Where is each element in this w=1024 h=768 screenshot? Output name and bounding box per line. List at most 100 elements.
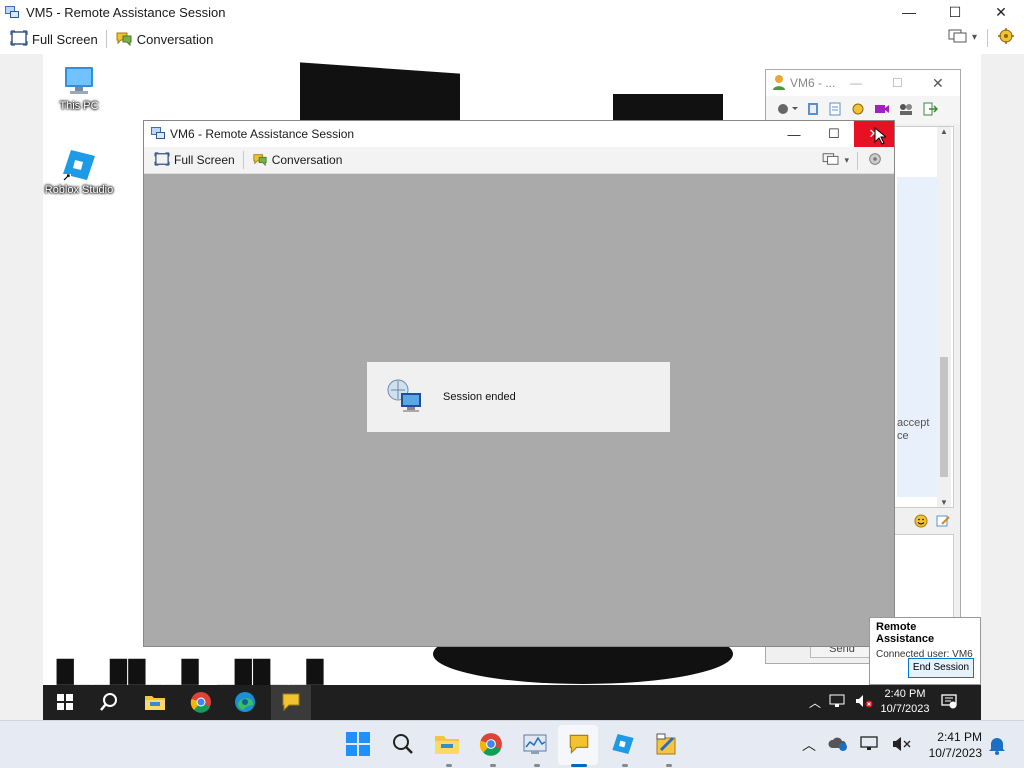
- outer-minimize-button[interactable]: —: [886, 0, 932, 24]
- user-icon: [772, 74, 786, 93]
- running-indicator: [622, 764, 628, 767]
- session-ended-dialog: Session ended: [367, 362, 670, 432]
- chat-message-text: accept ce: [897, 417, 930, 442]
- scrollbar-thumb[interactable]: [940, 357, 948, 477]
- host-clock-time: 2:41 PM: [937, 730, 982, 744]
- remote-computer-icon: [385, 377, 425, 417]
- inner-title-bar: VM6 - Remote Assistance Session — ☐ ✕: [144, 121, 894, 147]
- running-indicator: [446, 764, 452, 767]
- settings-dropdown-icon[interactable]: [776, 102, 798, 119]
- outer-maximize-button[interactable]: ☐: [932, 0, 978, 24]
- help-settings-icon[interactable]: [996, 27, 1016, 48]
- inner-remote-window[interactable]: VM6 - Remote Assistance Session — ☐ ✕ Fu…: [143, 120, 895, 647]
- network-icon[interactable]: [829, 694, 847, 711]
- roblox-studio-icon: [611, 732, 635, 759]
- chevron-up-icon[interactable]: ︿: [809, 694, 821, 711]
- host-notifications-button[interactable]: [988, 735, 1006, 758]
- running-indicator: [534, 764, 540, 767]
- host-snipping-tool-button[interactable]: [653, 731, 681, 759]
- chevron-up-icon[interactable]: ︿: [802, 735, 816, 755]
- host-performance-monitor-button[interactable]: [521, 731, 549, 759]
- display-settings-icon[interactable]: [948, 28, 968, 47]
- video-icon[interactable]: [874, 102, 890, 119]
- chat-message-input[interactable]: [894, 534, 954, 624]
- exit-icon[interactable]: [922, 102, 939, 119]
- chevron-down-icon[interactable]: ▾: [972, 32, 977, 43]
- edge-icon: [234, 691, 256, 716]
- remote-clock[interactable]: 2:40 PM 10/7/2023: [875, 687, 935, 717]
- scroll-down-icon[interactable]: ▼: [937, 498, 951, 507]
- inner-full-screen-button[interactable]: Full Screen: [148, 148, 241, 172]
- chevron-down-icon[interactable]: ▾: [844, 155, 849, 166]
- host-file-explorer-button[interactable]: [433, 731, 461, 759]
- remote-taskbar: ︿ 2:40 PM 10/7/2023: [43, 685, 981, 720]
- host-search-button[interactable]: [389, 731, 417, 759]
- inner-close-button[interactable]: ✕: [854, 121, 894, 147]
- popup-heading: Remote Assistance: [876, 621, 935, 645]
- inner-full-screen-label: Full Screen: [174, 153, 235, 167]
- remote-search-button[interactable]: [97, 691, 121, 715]
- host-start-button[interactable]: [344, 731, 372, 759]
- chat-history-pane[interactable]: accept ce ▲ ▼: [894, 126, 954, 508]
- remote-file-explorer-button[interactable]: [143, 691, 167, 715]
- conversation-icon: [280, 692, 302, 715]
- chrome-icon: [479, 732, 503, 759]
- host-clock[interactable]: 2:41 PM 10/7/2023: [920, 729, 982, 761]
- cloud-status-icon[interactable]: [828, 736, 848, 755]
- windows-logo-icon: [346, 731, 370, 759]
- edit-icon[interactable]: [936, 514, 950, 531]
- remote-chrome-button[interactable]: [189, 691, 213, 715]
- emoji-icon[interactable]: [914, 514, 928, 531]
- chat-window-title-bar: VM6 - ... — ☐ ✕: [766, 70, 960, 96]
- remote-assistance-app-icon: [150, 125, 166, 144]
- users-icon[interactable]: [898, 102, 914, 119]
- inner-minimize-button[interactable]: —: [774, 121, 814, 147]
- windows-logo-icon: [57, 693, 73, 713]
- scroll-up-icon[interactable]: ▲: [937, 127, 951, 136]
- remote-notifications-button[interactable]: [941, 693, 957, 712]
- chat-maximize-button[interactable]: ☐: [892, 76, 903, 90]
- remote-assistance-status-popup: Remote Assistance Connected user: VM6 En…: [869, 617, 981, 685]
- display-settings-icon[interactable]: [822, 152, 840, 169]
- remote-edge-button[interactable]: [233, 691, 257, 715]
- full-screen-icon: [10, 29, 28, 49]
- roblox-studio-icon: [61, 148, 97, 182]
- chat-scrollbar[interactable]: ▲ ▼: [937, 127, 951, 507]
- host-roblox-studio-button[interactable]: [609, 731, 637, 759]
- desktop-icon-this-pc[interactable]: This PC: [43, 64, 119, 112]
- remote-system-tray: ︿: [809, 685, 873, 720]
- help-settings-icon[interactable]: [850, 102, 866, 119]
- host-remote-assistance-button[interactable]: [565, 731, 593, 759]
- chat-window-title: VM6 - ...: [790, 76, 836, 90]
- desktop-icon-label: This PC: [59, 100, 99, 112]
- folder-icon: [144, 693, 166, 714]
- inner-conversation-label: Conversation: [271, 153, 343, 167]
- outer-full-screen-button[interactable]: Full Screen: [4, 27, 104, 51]
- host-clock-date: 10/7/2023: [928, 746, 982, 760]
- inner-maximize-button[interactable]: ☐: [814, 121, 854, 147]
- toolbar-divider: [987, 28, 988, 47]
- outer-close-button[interactable]: ✕: [978, 0, 1024, 24]
- inner-conversation-button[interactable]: Conversation: [246, 148, 349, 172]
- end-session-button[interactable]: End Session: [908, 658, 974, 678]
- host-chrome-button[interactable]: [477, 731, 505, 759]
- viewport-margin-left: [0, 54, 43, 720]
- volume-muted-icon[interactable]: [892, 736, 912, 755]
- document-icon[interactable]: [828, 102, 842, 119]
- chat-close-button[interactable]: ✕: [932, 75, 944, 92]
- remote-start-button[interactable]: [53, 691, 77, 715]
- desktop-icon-roblox-studio[interactable]: Roblox Studio: [43, 148, 119, 196]
- help-settings-icon[interactable]: [866, 151, 884, 170]
- this-pc-icon: [61, 64, 97, 98]
- chat-minimize-button[interactable]: —: [850, 76, 862, 90]
- session-ended-message: Session ended: [443, 391, 516, 403]
- network-icon[interactable]: [860, 735, 880, 755]
- volume-muted-icon[interactable]: [855, 694, 873, 711]
- search-icon: [99, 692, 119, 715]
- outer-conversation-button[interactable]: Conversation: [109, 27, 220, 51]
- search-icon: [392, 733, 414, 758]
- inner-window-title: VM6 - Remote Assistance Session: [170, 127, 355, 141]
- remote-assistance-taskbar-button[interactable]: [279, 691, 303, 715]
- conversation-icon: [115, 30, 133, 49]
- book-icon[interactable]: [806, 102, 820, 119]
